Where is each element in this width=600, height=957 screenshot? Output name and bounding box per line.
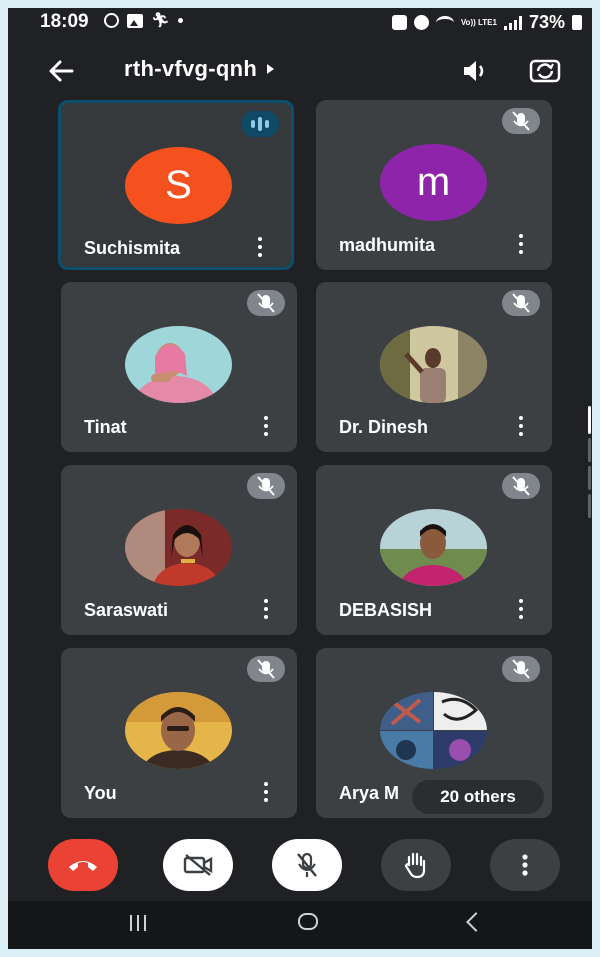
more-options-button[interactable]: [490, 839, 560, 891]
status-bar: 18:09 🏃︎ Vo)) LTE1 73%: [8, 8, 592, 38]
phone-screen: 18:09 🏃︎ Vo)) LTE1 73% rth-vfvg-qnh S Su…: [8, 8, 592, 949]
raise-hand-button[interactable]: [381, 839, 451, 891]
volte-indicator: Vo)) LTE1: [460, 17, 497, 27]
signal-icon: [503, 15, 522, 30]
participant-tile-madhumita[interactable]: m madhumita: [316, 100, 552, 270]
participant-name: You: [84, 783, 117, 803]
mic-off-icon: [297, 852, 317, 877]
mic-toggle-button[interactable]: [272, 839, 342, 891]
participant-tile-saraswati[interactable]: Saraswati: [61, 465, 297, 635]
participant-tile-suchismita[interactable]: S Suchismita: [58, 100, 294, 270]
participant-name: Suchismita: [84, 238, 181, 258]
more-vertical-icon: [522, 854, 528, 876]
participant-name: Tinat: [84, 417, 127, 437]
more-notifications-icon: [178, 18, 184, 23]
mic-off-icon: [502, 656, 540, 682]
more-options-icon[interactable]: [257, 237, 263, 257]
speaker-icon[interactable]: [460, 56, 490, 86]
avatar: S: [125, 147, 232, 224]
back-nav-icon[interactable]: [466, 912, 486, 932]
mic-off-icon: [502, 290, 540, 316]
participant-tile-you[interactable]: You: [61, 648, 297, 818]
more-options-icon[interactable]: [263, 782, 269, 802]
home-icon[interactable]: [298, 913, 318, 930]
speaking-indicator-icon: [241, 111, 279, 137]
avatar: [380, 326, 487, 403]
battery-icon: [572, 15, 582, 30]
more-options-icon[interactable]: [518, 234, 524, 254]
mic-off-icon: [247, 290, 285, 316]
more-options-icon[interactable]: [518, 416, 524, 436]
back-arrow-icon[interactable]: [46, 56, 76, 86]
others-count-chip[interactable]: 20 others: [412, 780, 544, 814]
avatar: [125, 509, 232, 586]
status-time: 18:09: [40, 11, 89, 32]
camera-toggle-button[interactable]: [163, 839, 233, 891]
mic-off-icon: [502, 473, 540, 499]
meeting-code: rth-vfvg-qnh: [124, 56, 258, 81]
avatar: [125, 692, 232, 769]
chevron-right-icon: [267, 64, 275, 74]
avatar: [380, 509, 487, 586]
scroll-indicator[interactable]: [588, 406, 592, 522]
participant-tile-debasish[interactable]: DEBASISH: [316, 465, 552, 635]
participant-name: Saraswati: [84, 600, 169, 620]
switch-camera-icon[interactable]: [528, 54, 562, 86]
mic-off-icon: [502, 108, 540, 134]
battery-percent: 73%: [528, 12, 565, 32]
participant-name: madhumita: [339, 235, 436, 255]
camera-off-icon: [183, 854, 213, 876]
notification-icons: 🏃︎: [104, 12, 184, 29]
avatar: m: [380, 144, 487, 221]
system-navigation-bar: [8, 901, 592, 949]
end-call-icon: [69, 861, 97, 871]
gallery-icon: [127, 13, 143, 28]
meeting-info-button[interactable]: rth-vfvg-qnh: [124, 56, 275, 82]
wifi-icon: [435, 15, 454, 30]
end-call-button[interactable]: [48, 839, 118, 891]
more-options-icon[interactable]: [518, 599, 524, 619]
alarm-icon: [413, 15, 429, 30]
raise-hand-icon: [404, 852, 426, 879]
app-lock-icon: [391, 15, 407, 30]
recents-icon[interactable]: [130, 915, 146, 931]
more-options-icon[interactable]: [263, 416, 269, 436]
participant-name: Arya M: [339, 783, 400, 803]
participant-tile-dr-dinesh[interactable]: Dr. Dinesh: [316, 282, 552, 452]
participant-tile-tinat[interactable]: Tinat: [61, 282, 297, 452]
mic-off-icon: [247, 656, 285, 682]
others-collage-avatar: [380, 692, 487, 769]
whatsapp-icon: [104, 13, 119, 28]
avatar: [125, 326, 232, 403]
activity-icon: 🏃︎: [151, 12, 171, 29]
meeting-header: rth-vfvg-qnh: [8, 48, 592, 96]
mic-off-icon: [247, 473, 285, 499]
participant-name: Dr. Dinesh: [339, 417, 429, 437]
system-icons: Vo)) LTE1 73%: [391, 12, 582, 33]
more-options-icon[interactable]: [263, 599, 269, 619]
participant-name: DEBASISH: [339, 600, 433, 620]
